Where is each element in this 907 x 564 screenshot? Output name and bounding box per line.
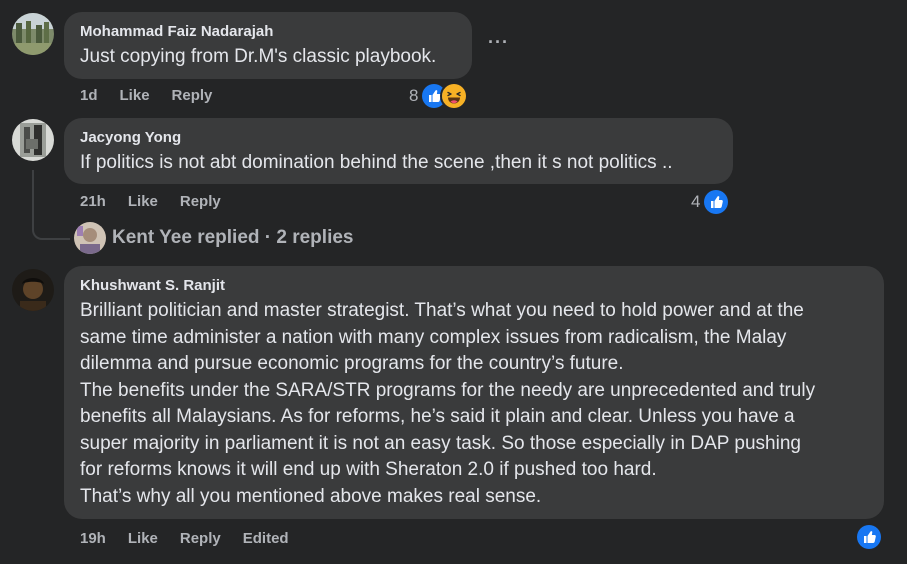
comment-author[interactable]: Jacyong Yong	[80, 128, 717, 148]
comment-text-line: super majority in parliament it is not a…	[80, 432, 801, 454]
reply-button[interactable]: Reply	[180, 529, 221, 549]
comment-bubble: Mohammad Faiz Nadarajah Just copying fro…	[64, 12, 472, 79]
like-button[interactable]: Like	[120, 86, 150, 106]
reply-button[interactable]: Reply	[172, 86, 213, 106]
reaction-summary[interactable]	[855, 523, 883, 551]
comment-author[interactable]: Khushwant S. Ranjit	[80, 276, 868, 296]
avatar-image	[12, 269, 54, 311]
reaction-count: 8	[409, 86, 419, 105]
like-icon	[855, 523, 883, 551]
comment-author[interactable]: Mohammad Faiz Nadarajah	[80, 22, 456, 42]
comment-timestamp[interactable]: 1d	[80, 86, 98, 106]
comment-actions: 21h Like Reply	[80, 192, 221, 212]
comment-text-line: The benefits under the SARA/STR programs…	[80, 379, 816, 401]
comment-text: If politics is not abt domination behind…	[80, 152, 673, 173]
comment-text-line: same time administer a nation with many …	[80, 326, 787, 348]
more-options-icon[interactable]: ···	[488, 32, 509, 53]
avatar	[74, 222, 106, 254]
avatar-image	[12, 13, 54, 55]
comment-timestamp[interactable]: 21h	[80, 192, 106, 212]
like-button[interactable]: Like	[128, 529, 158, 549]
comment-text-line: for reforms knows it will end up with Sh…	[80, 459, 657, 480]
avatar-image	[12, 119, 54, 161]
comment-text-line: That’s why all you mentioned above makes…	[80, 485, 542, 507]
comment-bubble: Khushwant S. Ranjit Brilliant politician…	[64, 266, 884, 519]
replies-summary[interactable]: Kent Yee replied · 2 replies	[112, 227, 353, 249]
edited-label: Edited	[242, 530, 289, 547]
comments-panel: Mohammad Faiz Nadarajah Just copying fro…	[0, 0, 907, 564]
like-icon	[702, 188, 731, 216]
reaction-count: 4	[691, 192, 701, 211]
comment-bubble: Jacyong Yong If politics is not abt domi…	[64, 118, 733, 184]
thread-connector	[32, 170, 70, 240]
reaction-summary[interactable]: 4	[691, 188, 731, 216]
avatar[interactable]	[12, 13, 54, 55]
like-button[interactable]: Like	[128, 192, 158, 212]
comment-text: Just copying from Dr.M's classic playboo…	[80, 46, 437, 67]
reply-button[interactable]: Reply	[180, 192, 221, 212]
comment-actions: 1d Like Reply	[80, 86, 212, 106]
avatar[interactable]	[12, 269, 54, 311]
haha-icon	[440, 82, 469, 110]
comment-timestamp[interactable]: 19h	[80, 529, 106, 549]
reaction-summary[interactable]: 8	[409, 82, 469, 110]
avatar[interactable]	[12, 119, 54, 161]
comment-actions: 19h Like Reply Edited	[80, 529, 289, 549]
comment-text-line: Brilliant politician and master strategi…	[80, 300, 804, 321]
view-replies-link[interactable]: Kent Yee replied · 2 replies	[74, 222, 353, 254]
comment-text-line: benefits all Malaysians. As for reforms,…	[80, 406, 795, 427]
comment-text-line: dilemma and pursue economic programs for…	[80, 353, 624, 374]
